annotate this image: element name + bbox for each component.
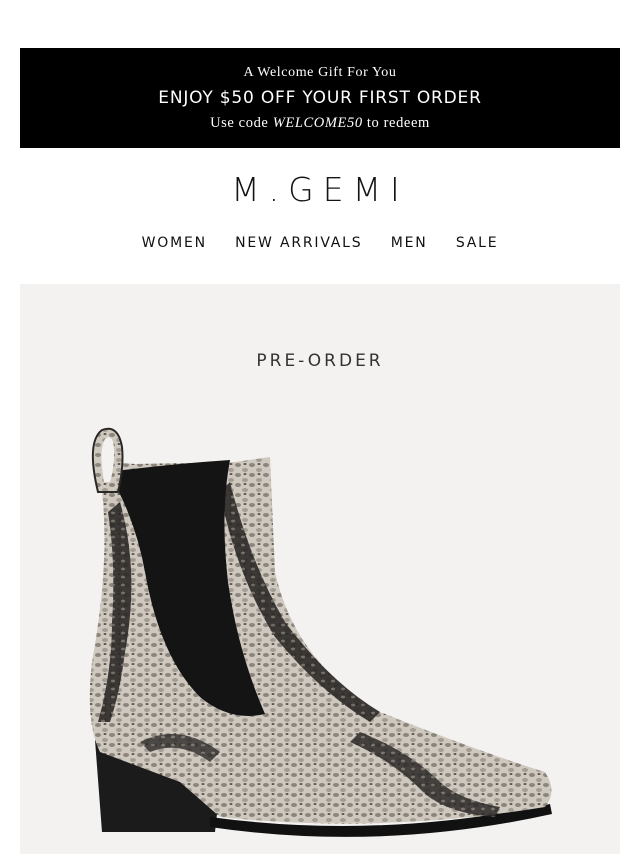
promo-headline: A Welcome Gift For You bbox=[243, 65, 397, 80]
promo-offer: ENJOY $50 OFF YOUR FIRST ORDER bbox=[158, 88, 482, 108]
nav-women[interactable]: WOMEN bbox=[142, 235, 207, 251]
nav-men[interactable]: MEN bbox=[391, 235, 428, 251]
brand-logo[interactable]: M.GEMI bbox=[0, 170, 640, 209]
welcome-promo-banner[interactable]: A Welcome Gift For You ENJOY $50 OFF YOU… bbox=[20, 48, 620, 148]
promo-code: WELCOME50 bbox=[272, 115, 363, 131]
promo-code-suffix: to redeem bbox=[362, 115, 430, 131]
hero-product-banner[interactable]: PRE-ORDER bbox=[20, 284, 620, 854]
nav-sale[interactable]: SALE bbox=[456, 235, 499, 251]
promo-code-line: Use code WELCOME50 to redeem bbox=[20, 115, 620, 132]
main-nav: WOMEN NEW ARRIVALS MEN SALE bbox=[0, 235, 640, 251]
nav-new-arrivals[interactable]: NEW ARRIVALS bbox=[235, 235, 362, 251]
snakeskin-boot-image[interactable] bbox=[80, 422, 580, 842]
pre-order-label: PRE-ORDER bbox=[256, 351, 384, 371]
promo-code-prefix: Use code bbox=[210, 115, 273, 131]
